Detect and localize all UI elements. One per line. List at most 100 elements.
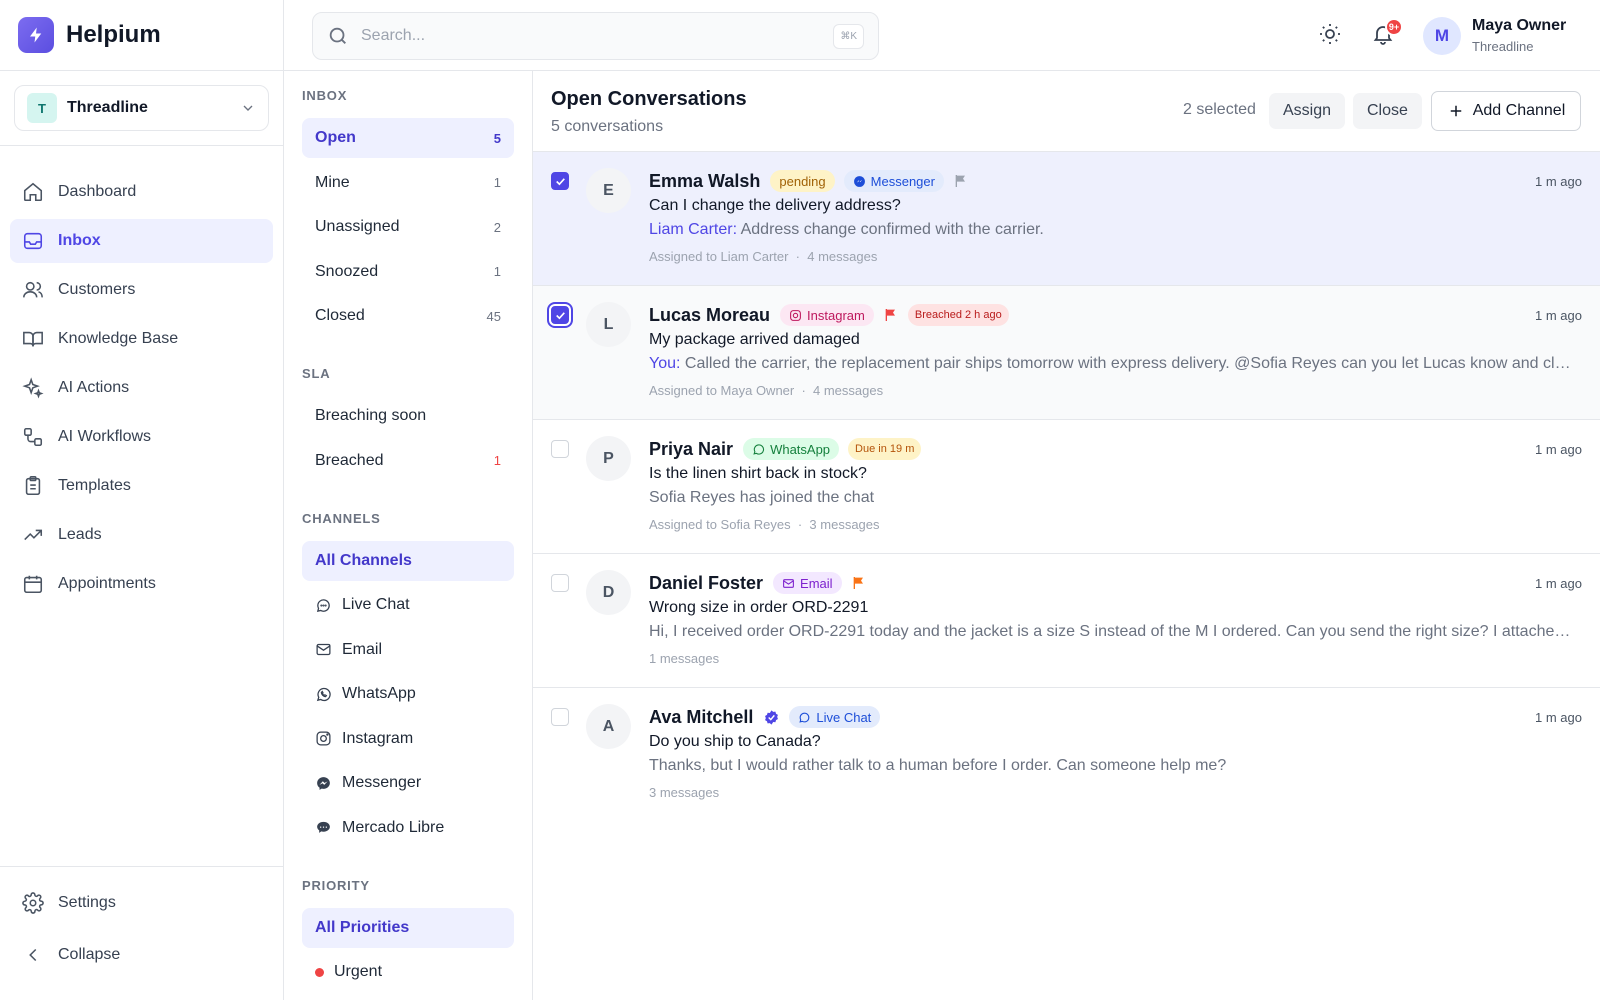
filter-breaching-soon[interactable]: Breaching soon (302, 396, 514, 436)
search-shortcut: ⌘K (833, 23, 864, 49)
filter-messenger[interactable]: Messenger (302, 763, 514, 803)
filter-label: All Priorities (315, 918, 410, 936)
collapse-button[interactable]: Collapse (10, 933, 273, 977)
nav-item-appointments[interactable]: Appointments (10, 562, 273, 606)
conversation-meta: 1 messages (649, 651, 719, 666)
assigned-to: Assigned to Maya Owner (649, 383, 795, 398)
row-checkbox[interactable] (551, 172, 569, 190)
nav-item-inbox[interactable]: Inbox (10, 219, 273, 263)
filter-label: Snoozed (315, 262, 379, 280)
flag-icon (955, 175, 965, 187)
contact-name: Lucas Moreau (649, 304, 771, 325)
row-checkbox[interactable] (551, 574, 569, 592)
row-checkbox[interactable] (551, 440, 569, 458)
collapse-label: Collapse (58, 946, 121, 963)
user-avatar[interactable]: M (1423, 17, 1461, 55)
messenger-icon (317, 776, 330, 790)
channel-badge: Live Chat (789, 706, 881, 728)
status-badge: pending (770, 170, 835, 192)
filter-open[interactable]: Open 5 (302, 118, 514, 158)
assign-button[interactable]: Assign (1269, 93, 1346, 129)
search-input[interactable]: Search... ⌘K (312, 12, 879, 60)
preview-author: Liam Carter: (649, 221, 738, 238)
filter-unassigned[interactable]: Unassigned 2 (302, 207, 514, 247)
filter-breached[interactable]: Breached 1 (302, 441, 514, 481)
sun-icon (1320, 24, 1340, 44)
instagram-icon (790, 309, 801, 321)
filter-instagram[interactable]: Instagram (302, 719, 514, 759)
channel-badge: Instagram (780, 304, 874, 326)
brand-logo (18, 17, 54, 53)
filter-label: Mine (315, 173, 350, 191)
filter-live-chat[interactable]: Live Chat (302, 585, 514, 625)
message-preview: Thanks, but I would rather talk to a hum… (649, 757, 1227, 774)
conversation-meta: Assigned to Liam Carter · 4 messages (649, 249, 878, 264)
avatar: A (586, 704, 631, 749)
workspace-name: Threadline (67, 99, 148, 116)
preview-text: Address change confirmed with the carrie… (737, 221, 1044, 238)
filter-label: Closed (315, 307, 365, 324)
page-title: Open Conversations (551, 88, 747, 110)
row-checkbox[interactable] (551, 306, 569, 324)
filter-label: Live Chat (342, 596, 410, 613)
message-preview: Hi, I received order ORD-2291 today and … (649, 623, 1574, 640)
list-header: Open Conversations 5 conversations 2 sel… (533, 71, 1600, 152)
conversation-row[interactable]: E Emma Walsh pending Messenger 1 m ago C… (533, 152, 1600, 286)
filter-all-channels[interactable]: All Channels (302, 540, 514, 581)
conversation-row[interactable]: L Lucas Moreau Instagram Breached 2 h ag… (533, 286, 1600, 420)
filter-urgent[interactable]: Urgent (302, 952, 514, 992)
nav-item-ai-workflows[interactable]: AI Workflows (10, 415, 273, 459)
conversation-row[interactable]: P Priya Nair WhatsApp Due in 19 m 1 m ag… (533, 420, 1600, 554)
settings-label: Settings (58, 894, 116, 911)
preview-author: You: (649, 355, 681, 372)
mail-icon (316, 643, 331, 656)
filter-snoozed[interactable]: Snoozed 1 (302, 252, 514, 292)
channel-label: WhatsApp (770, 441, 831, 457)
filter-mercado-libre[interactable]: Mercado Libre (302, 808, 514, 848)
nav-item-label: Knowledge Base (58, 330, 179, 347)
conversation-row[interactable]: A Ava Mitchell Live Chat 1 m ago Do you … (533, 688, 1600, 822)
add-channel-button[interactable]: Add Channel (1431, 91, 1581, 131)
brand[interactable]: Helpium (0, 0, 283, 71)
filter-all-priorities[interactable]: All Priorities (302, 907, 514, 948)
theme-toggle-button[interactable] (1318, 22, 1344, 48)
search-placeholder: Search... (361, 27, 426, 44)
workspace-switcher[interactable]: T Threadline (14, 85, 269, 131)
filter-closed[interactable]: Closed 45 (302, 296, 514, 336)
top-bar: Search... ⌘K 9+ M Maya Owner Threadline (284, 0, 1600, 71)
filter-label: WhatsApp (342, 685, 416, 702)
channels-heading: CHANNELS (302, 510, 381, 526)
close-button[interactable]: Close (1353, 93, 1422, 129)
assigned-to: Assigned to Sofia Reyes (649, 517, 791, 532)
trending-up-icon (24, 529, 43, 541)
avatar: P (586, 436, 631, 481)
nav-item-customers[interactable]: Customers (10, 268, 273, 312)
row-checkbox[interactable] (551, 708, 569, 726)
timestamp: 1 m ago (1535, 174, 1582, 189)
filter-label: Breached (315, 451, 384, 469)
messenger-icon (853, 175, 865, 187)
nav-item-knowledge-base[interactable]: Knowledge Base (10, 317, 273, 361)
nav-item-ai-actions[interactable]: AI Actions (10, 366, 273, 410)
message-count: 4 messages (807, 249, 878, 264)
conversation-subject: Do you ship to Canada? (649, 733, 821, 750)
filter-count: 1 (493, 453, 501, 468)
conversation-row[interactable]: D Daniel Foster Email 1 m ago Wrong size… (533, 554, 1600, 688)
filter-mine[interactable]: Mine 1 (302, 163, 514, 203)
assigned-to: Assigned to Liam Carter (649, 249, 789, 264)
nav-item-templates[interactable]: Templates (10, 464, 273, 508)
filter-email[interactable]: Email (302, 630, 514, 670)
timestamp: 1 m ago (1535, 308, 1582, 323)
nav-item-dashboard[interactable]: Dashboard (10, 170, 273, 214)
sparkles-icon (22, 377, 44, 399)
chevron-down-icon (243, 105, 253, 111)
filter-label: Email (342, 640, 383, 658)
conversation-meta: Assigned to Maya Owner · 4 messages (649, 383, 884, 398)
notifications-button[interactable]: 9+ (1371, 18, 1403, 48)
filter-whatsapp[interactable]: WhatsApp (302, 674, 514, 714)
nav-item-leads[interactable]: Leads (10, 513, 273, 557)
user-name[interactable]: Maya Owner (1472, 17, 1566, 35)
nav-item-settings[interactable]: Settings (10, 881, 273, 925)
nav-item-label: Templates (58, 477, 131, 494)
sla-badge: Breached 2 h ago (907, 304, 1009, 326)
